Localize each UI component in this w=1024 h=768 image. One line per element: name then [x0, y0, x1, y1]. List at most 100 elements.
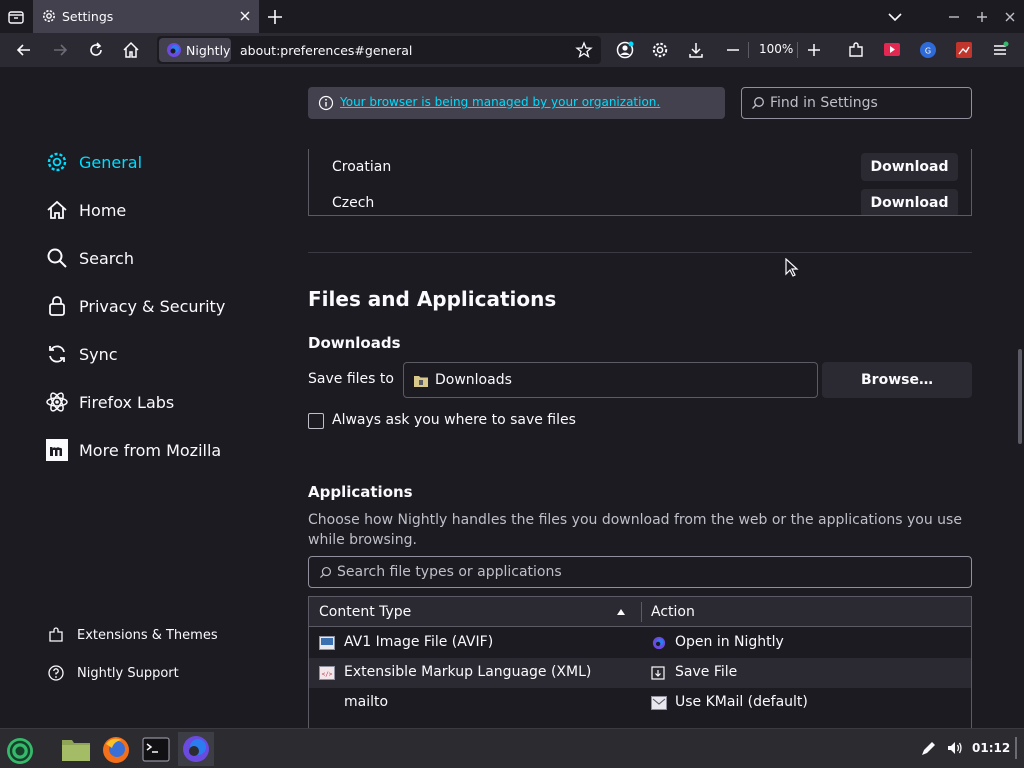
- account-icon[interactable]: [615, 40, 635, 60]
- sidebar-item-home[interactable]: Home: [45, 196, 126, 224]
- content-type: AV1 Image File (AVIF): [344, 634, 494, 650]
- download-button[interactable]: Download: [861, 153, 958, 181]
- gear-icon: [43, 10, 55, 22]
- chevron-down-icon[interactable]: [886, 8, 904, 26]
- application-search[interactable]: [308, 556, 972, 588]
- sidebar-item-label: Search: [79, 248, 134, 268]
- always-ask-label[interactable]: Always ask you where to save files: [332, 412, 576, 428]
- sidebar-item-label: Privacy & Security: [79, 296, 226, 316]
- column-header-action[interactable]: Action: [651, 604, 695, 620]
- extensions-puzzle-icon[interactable]: [846, 40, 866, 60]
- applications-description: Choose how Nightly handles the files you…: [308, 512, 962, 548]
- divider: [748, 42, 749, 58]
- always-ask-checkbox[interactable]: [308, 413, 324, 429]
- nightly-logo-icon: [652, 636, 666, 650]
- kmail-icon: [651, 696, 667, 710]
- close-window-icon[interactable]: [1001, 8, 1019, 26]
- preferences-page: General Home Search Privacy & Security S…: [0, 67, 1024, 728]
- settings-gear-icon[interactable]: [650, 40, 670, 60]
- atom-icon: [46, 392, 68, 412]
- close-tab-icon[interactable]: [237, 8, 253, 24]
- firefox-icon[interactable]: [98, 732, 134, 766]
- tab-list-icon[interactable]: [6, 7, 26, 27]
- url-bar[interactable]: Nightly about:preferences#general: [157, 36, 601, 64]
- tab-bar: Settings: [0, 0, 1024, 33]
- downloads-icon[interactable]: [686, 40, 706, 60]
- terminal-icon[interactable]: [138, 732, 174, 766]
- sidebar-nightly-support[interactable]: Nightly Support: [47, 663, 179, 683]
- sidebar-item-search[interactable]: Search: [45, 244, 134, 272]
- identity-box[interactable]: Nightly: [159, 38, 231, 62]
- image-file-icon: [319, 636, 335, 650]
- sidebar-small-label: Nightly Support: [77, 665, 179, 681]
- back-arrow-icon[interactable]: [14, 40, 34, 60]
- language-name: Croatian: [332, 159, 392, 175]
- content-type: Extensible Markup Language (XML): [344, 664, 592, 680]
- column-header-content-type[interactable]: Content Type: [319, 604, 411, 620]
- mozilla-logo-icon: [46, 439, 68, 461]
- volume-icon[interactable]: [946, 739, 964, 757]
- url-text[interactable]: about:preferences#general: [240, 43, 412, 58]
- blue-extension-icon[interactable]: G: [918, 40, 938, 60]
- page-scrollbar[interactable]: [1018, 349, 1022, 444]
- application-search-input[interactable]: [337, 562, 937, 582]
- sidebar-item-label: Firefox Labs: [79, 392, 175, 412]
- downloads-heading: Downloads: [308, 334, 401, 352]
- maximize-icon[interactable]: [973, 8, 991, 26]
- home-icon[interactable]: [121, 40, 141, 60]
- code-file-icon: </>: [319, 666, 335, 680]
- save-file-icon: [651, 666, 665, 680]
- download-button[interactable]: Download: [861, 189, 958, 215]
- file-manager-icon[interactable]: [58, 732, 94, 766]
- divider: [797, 42, 798, 58]
- table-row[interactable]: mailto Use KMail (default): [309, 688, 971, 718]
- nightly-taskbar-icon[interactable]: [178, 732, 214, 766]
- opensuse-menu-icon[interactable]: [2, 732, 38, 766]
- pen-tool-icon[interactable]: [920, 739, 938, 757]
- find-in-settings-input[interactable]: [770, 93, 965, 113]
- tab-settings[interactable]: Settings: [33, 0, 259, 33]
- zoom-out-icon[interactable]: [723, 40, 743, 60]
- column-divider[interactable]: [641, 602, 642, 622]
- sort-ascending-icon: [617, 609, 625, 615]
- hamburger-menu-icon[interactable]: [990, 40, 1010, 60]
- sidebar-item-label: General: [79, 152, 143, 172]
- new-tab-icon[interactable]: [266, 8, 284, 26]
- sidebar-item-privacy[interactable]: Privacy & Security: [45, 292, 225, 320]
- sidebar-small-label: Extensions & Themes: [77, 627, 218, 643]
- zoom-level[interactable]: 100%: [759, 42, 793, 56]
- show-desktop-handle[interactable]: [1015, 737, 1017, 759]
- sidebar-item-general[interactable]: General: [45, 148, 142, 176]
- gear-icon: [47, 152, 67, 172]
- sync-icon: [49, 345, 65, 363]
- clock[interactable]: 01:12: [972, 741, 1010, 755]
- language-list[interactable]: Croatian Download Czech Download: [308, 149, 972, 216]
- minimize-icon[interactable]: [945, 8, 963, 26]
- forward-arrow-icon[interactable]: [50, 40, 70, 60]
- sidebar-item-firefox-labs[interactable]: Firefox Labs: [45, 388, 174, 416]
- browse-button[interactable]: Browse…: [822, 362, 972, 398]
- list-item: Czech Download: [309, 185, 971, 215]
- table-row[interactable]: </> Extensible Markup Language (XML) Sav…: [309, 658, 971, 688]
- nightly-logo-icon: [167, 43, 181, 57]
- search-icon: [319, 566, 332, 579]
- sidebar-extensions-themes[interactable]: Extensions & Themes: [47, 625, 218, 645]
- find-in-settings[interactable]: [741, 87, 972, 119]
- bookmark-star-icon[interactable]: [575, 41, 593, 59]
- table-row[interactable]: AV1 Image File (AVIF) Open in Nightly: [309, 628, 971, 658]
- managed-policies-link[interactable]: Your browser is being managed by your or…: [340, 95, 660, 109]
- table-header: Content Type Action: [309, 597, 971, 627]
- applications-heading: Applications: [308, 483, 413, 501]
- tab-title: Settings: [62, 9, 114, 24]
- svg-text:</>: </>: [322, 671, 333, 678]
- video-extension-icon[interactable]: [882, 40, 902, 60]
- folder-icon: [414, 376, 428, 387]
- reload-icon[interactable]: [86, 40, 106, 60]
- search-icon: [47, 248, 67, 268]
- nav-bar: Nightly about:preferences#general 100% G: [0, 33, 1024, 67]
- sidebar-item-label: More from Mozilla: [79, 440, 222, 460]
- sidebar-item-sync[interactable]: Sync: [45, 340, 118, 368]
- sidebar-item-more-from-mozilla[interactable]: More from Mozilla: [45, 436, 221, 464]
- zoom-in-icon[interactable]: [804, 40, 824, 60]
- red-extension-icon[interactable]: [954, 40, 974, 60]
